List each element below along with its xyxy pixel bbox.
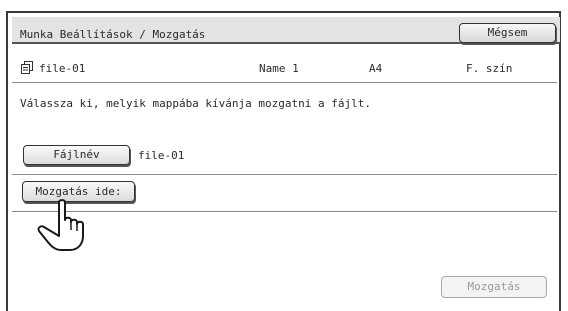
filename-button[interactable]: Fájlnév <box>23 145 130 165</box>
file-name-text: file-01 <box>39 62 86 75</box>
filename-value: file-01 <box>138 149 185 162</box>
color-mode-text: F. szín <box>466 62 513 75</box>
divider <box>12 174 557 175</box>
instruction-text: Válassza ki, melyik mappába kívánja mozg… <box>20 97 371 110</box>
cancel-button[interactable]: Mégsem <box>459 23 556 43</box>
pointing-hand-icon <box>36 198 92 257</box>
file-icon <box>21 61 33 77</box>
divider <box>12 211 557 212</box>
divider <box>12 82 557 83</box>
page-title: Munka Beállítások / Mozgatás <box>20 28 206 41</box>
user-name-text: Name 1 <box>259 62 299 75</box>
move-button[interactable]: Mozgatás <box>441 276 547 298</box>
paper-size-text: A4 <box>369 62 383 75</box>
